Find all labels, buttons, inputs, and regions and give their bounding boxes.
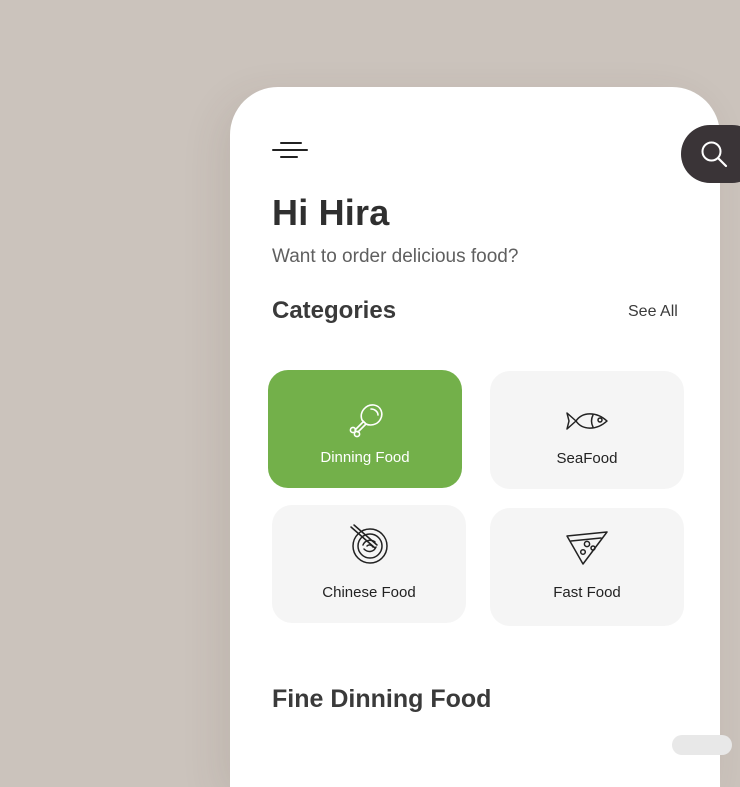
category-card-dinning-food[interactable]: Dinning Food (268, 370, 462, 488)
category-card-seafood[interactable]: SeaFood (490, 371, 684, 489)
see-all-link[interactable]: See All (628, 303, 678, 321)
greeting-subtitle: Want to order delicious food? (272, 246, 519, 267)
hamburger-menu-icon[interactable] (272, 140, 308, 162)
category-card-fast-food[interactable]: Fast Food (490, 508, 684, 626)
chicken-leg-icon (349, 404, 383, 438)
category-label: Fast Food (553, 584, 621, 601)
search-icon (701, 141, 728, 168)
fish-icon (566, 412, 608, 430)
search-button[interactable] (681, 125, 740, 183)
category-label: SeaFood (556, 450, 618, 467)
pizza-slice-icon (566, 531, 608, 565)
category-card-chinese-food[interactable]: Chinese Food (272, 505, 466, 623)
category-label: Dinning Food (320, 449, 410, 466)
noodle-bowl-icon (350, 524, 388, 564)
category-label: Chinese Food (322, 584, 416, 601)
fine-dining-title: Fine Dinning Food (272, 685, 492, 713)
greeting-title: Hi Hira (272, 192, 390, 233)
categories-title: Categories (272, 297, 397, 324)
partial-card (672, 735, 732, 755)
